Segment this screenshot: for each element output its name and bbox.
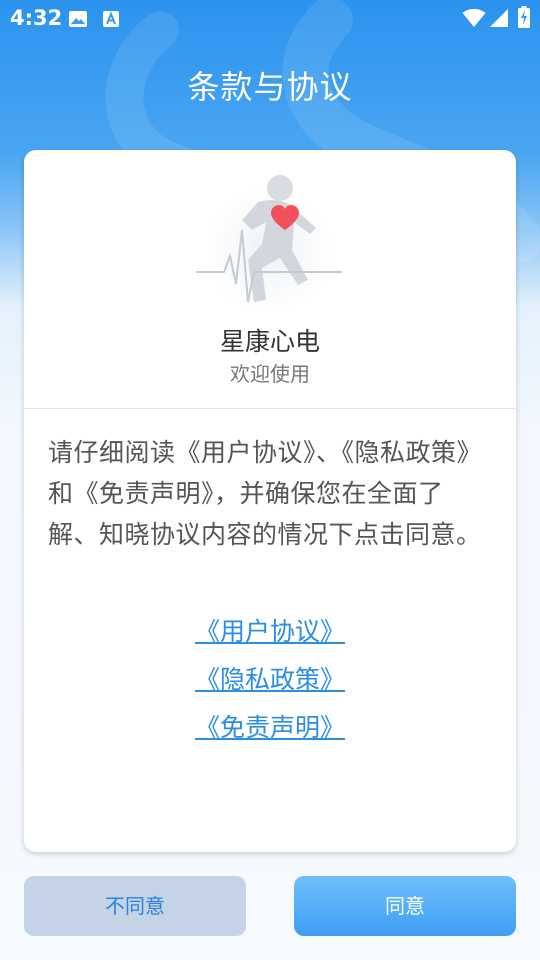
agreement-notice: 请仔细阅读《用户协议》、《隐私政策》和《免责声明》，并确保您在全面了解、知晓协议… (48, 438, 483, 549)
disagree-button[interactable]: 不同意 (24, 876, 246, 936)
app-logo (196, 175, 342, 312)
app-subtitle: 欢迎使用 (230, 362, 310, 386)
status-bar: 4:32 (0, 0, 540, 36)
keyboard-a-icon (103, 11, 119, 27)
app-name: 星康心电 (219, 327, 320, 356)
divider (24, 408, 516, 409)
image-icon (69, 11, 87, 27)
user-agreement-link[interactable]: 《用户协议》 (189, 610, 351, 658)
disclaimer-link[interactable]: 《免责声明》 (189, 706, 351, 754)
privacy-policy-link[interactable]: 《隐私政策》 (189, 658, 351, 706)
wifi-icon (462, 8, 486, 27)
agreement-card: 星康心电 欢迎使用 请仔细阅读《用户协议》、《隐私政策》和《免责声明》，并确保您… (24, 150, 516, 852)
status-time: 4:32 (10, 6, 63, 30)
battery-charging-icon (518, 6, 530, 28)
agreement-links: 《用户协议》 《隐私政策》 《免责声明》 (24, 610, 516, 754)
agree-button[interactable]: 同意 (294, 876, 516, 936)
signal-icon (490, 9, 508, 27)
page-title: 条款与协议 (187, 68, 353, 106)
